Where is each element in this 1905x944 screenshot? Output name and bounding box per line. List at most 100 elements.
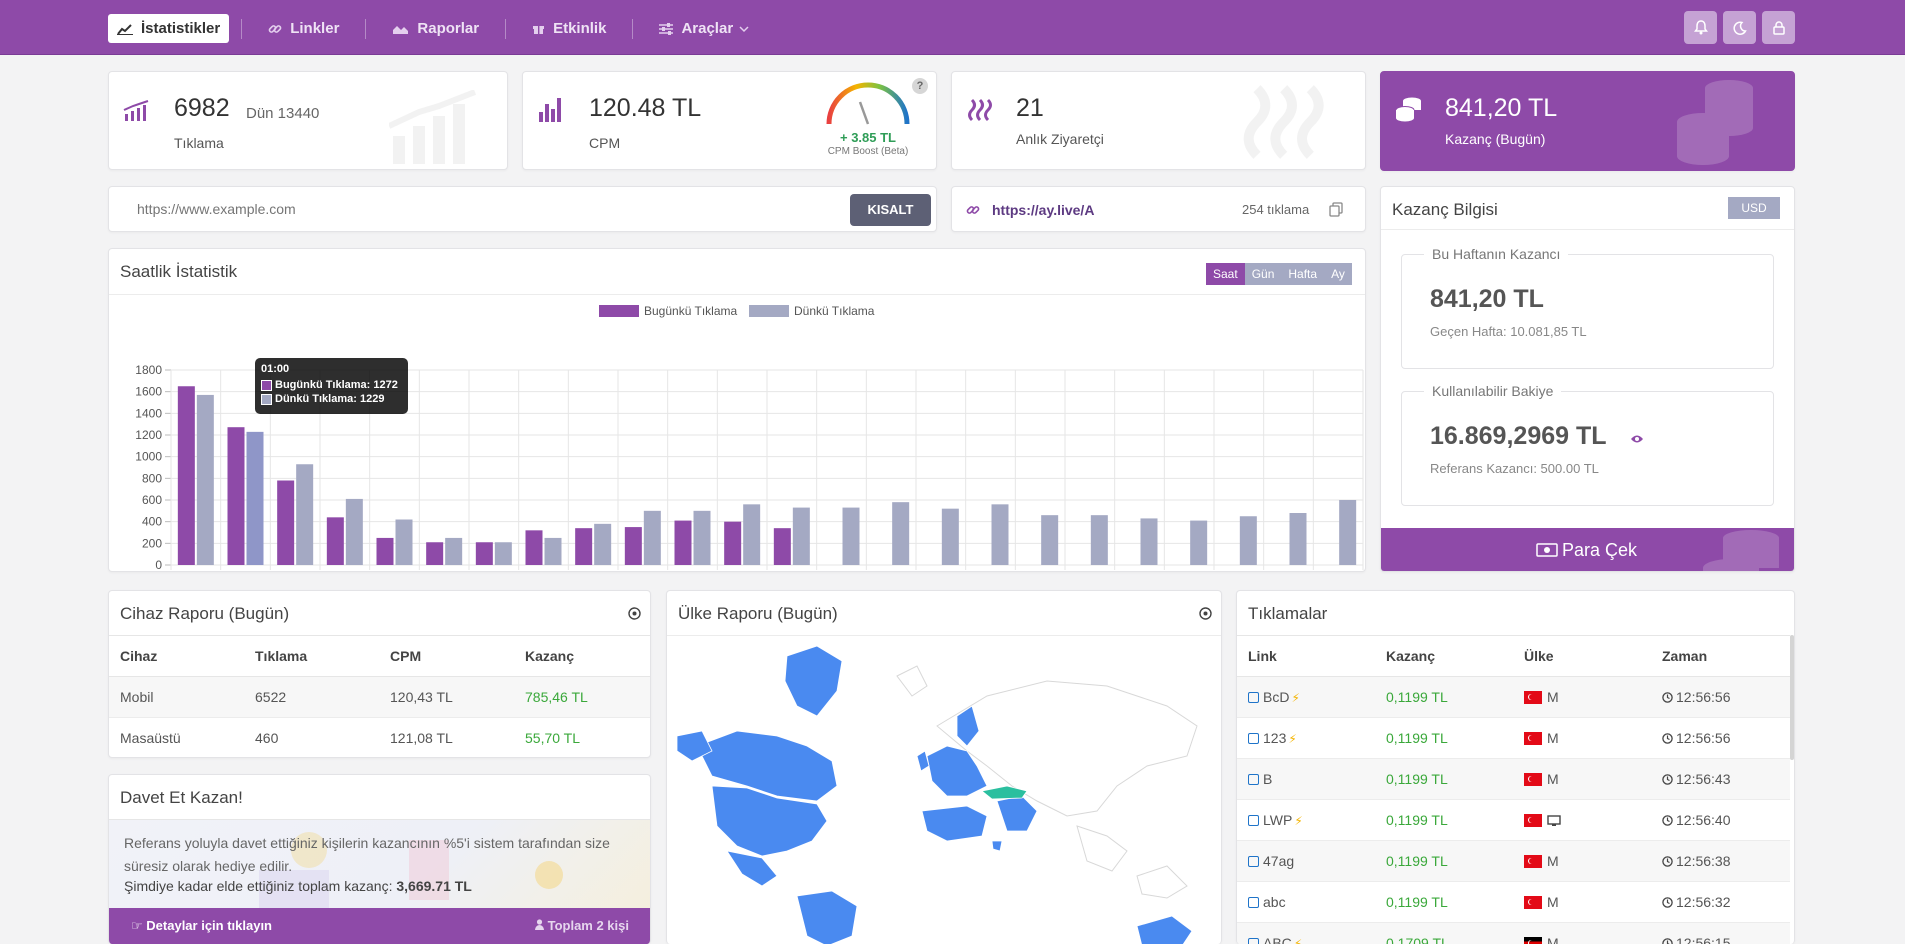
invite-total-row: Şimdiye kadar elde ettiğiniz toplam kaza… — [124, 878, 472, 894]
nav-statistics[interactable]: İstatistikler — [108, 14, 230, 43]
clicks-label: Tıklama — [174, 135, 224, 151]
gift-icon — [533, 25, 545, 34]
chart-bar — [296, 464, 314, 565]
dark-mode-button[interactable] — [1723, 11, 1756, 44]
y-tick-label: 1800 — [135, 363, 162, 377]
clock-icon — [1662, 732, 1673, 744]
y-tick-label: 1000 — [135, 450, 162, 464]
invite-people: Toplam 2 kişi — [534, 918, 629, 933]
nav-reports[interactable]: Raporlar — [378, 14, 493, 43]
clock-icon — [1662, 896, 1673, 908]
link-square-icon — [1248, 733, 1259, 745]
map-uk — [916, 750, 930, 772]
table-row[interactable]: B 0,1199 TL M 12:56:43 — [1237, 758, 1790, 800]
link-icon — [268, 24, 282, 33]
invite-total-value: 3,669.71 TL — [396, 878, 472, 894]
url-input[interactable] — [119, 194, 839, 224]
click-time: 12:56:56 — [1676, 729, 1731, 746]
chart-bar — [624, 527, 642, 565]
cell-link[interactable]: abc — [1237, 881, 1375, 923]
nav-activity[interactable]: Etkinlik — [518, 14, 620, 43]
clicks-table-scrollbar[interactable] — [1790, 635, 1794, 760]
world-map[interactable] — [667, 636, 1222, 944]
invite-card: Davet Et Kazan! Referans yoluyla davet e… — [108, 774, 651, 944]
cell-earnings: 0,1199 TL — [1375, 840, 1513, 882]
chart-bar — [426, 542, 444, 565]
nav-links-label: Linkler — [290, 20, 340, 37]
chart-bar — [1239, 516, 1257, 565]
table-row[interactable]: LWP ⚡ 0,1199 TL 12:56:40 — [1237, 799, 1790, 841]
chart-bar — [345, 498, 363, 565]
withdraw-button[interactable]: Para Çek — [1381, 528, 1794, 571]
cell-earnings: 0,1199 TL — [1375, 717, 1513, 759]
period-tabs: Saat Gün Hafta Ay — [1206, 263, 1352, 285]
visitors-stat-card: 21 Anlık Ziyaretçi — [951, 71, 1366, 170]
table-header-row: Link Kazanç Ülke Zaman — [1237, 636, 1790, 677]
cell-country: M — [1513, 840, 1651, 882]
week-earnings-label: Bu Haftanın Kazancı — [1424, 246, 1569, 262]
y-tick-label: 1600 — [135, 385, 162, 399]
dot-circle-icon[interactable] — [628, 607, 641, 620]
bolt-icon: ⚡ — [1293, 936, 1303, 944]
cell-link[interactable]: BcD ⚡ — [1237, 676, 1375, 718]
clicks-table-title: Tıklamalar — [1248, 604, 1328, 623]
link-square-icon — [1248, 897, 1259, 909]
shorten-button[interactable]: KISALT — [850, 194, 931, 226]
map-mexico — [726, 850, 778, 887]
cell-earnings: 0,1199 TL — [1375, 676, 1513, 718]
invite-people-count: Toplam 2 kişi — [547, 918, 629, 933]
invite-details-label: Detaylar için tıklayın — [146, 918, 273, 933]
cell-clicks: 460 — [255, 729, 279, 746]
invite-details-link[interactable]: ☞ Detaylar için tıklayın — [131, 918, 272, 934]
cell-time: 12:56:43 — [1651, 758, 1790, 800]
chart-bar — [376, 537, 394, 565]
tab-day[interactable]: Gün — [1244, 263, 1282, 285]
last-link-url[interactable]: https://ay.live/A — [992, 202, 1094, 218]
currency-toggle[interactable]: USD — [1728, 197, 1780, 219]
tooltip-today-swatch — [261, 379, 272, 391]
earnings-stat-card: 841,20 TL Kazanç (Bugün) — [1380, 71, 1795, 171]
country-report-card: Ülke Raporu (Bugün) — [666, 590, 1222, 944]
notifications-button[interactable] — [1684, 11, 1717, 44]
table-row[interactable]: ABC ⚡ 0,1709 TL M 12:56:15 — [1237, 922, 1790, 944]
col-earnings: Kazanç — [1375, 636, 1513, 677]
chart-bar — [892, 502, 910, 565]
cell-link[interactable]: 123 ⚡ — [1237, 717, 1375, 759]
nav-tools[interactable]: Araçlar — [645, 14, 763, 43]
cell-link[interactable]: ABC ⚡ — [1237, 922, 1375, 944]
chart-bar — [227, 427, 245, 565]
table-row[interactable]: abc 0,1199 TL M 12:56:32 — [1237, 881, 1790, 923]
table-row[interactable]: 123 ⚡ 0,1199 TL M 12:56:56 — [1237, 717, 1790, 759]
chart-tooltip: 01:00 Bugünkü Tıklama: 1272 Dünkü Tıklam… — [255, 358, 408, 414]
clicks-table: Link Kazanç Ülke Zaman BcD ⚡ 0,1199 TL M 12:… — [1237, 636, 1790, 944]
tab-week[interactable]: Hafta — [1281, 263, 1325, 285]
copy-icon[interactable] — [1329, 202, 1343, 217]
account-button[interactable] — [1762, 11, 1795, 44]
tooltip-today: Bugünkü Tıklama: 1272 — [275, 379, 398, 391]
flag-icon — [1524, 937, 1542, 944]
tab-month[interactable]: Ay — [1324, 263, 1352, 285]
eye-icon[interactable] — [1630, 434, 1644, 444]
col-cpm: CPM — [379, 636, 514, 677]
clock-icon — [1662, 691, 1673, 703]
cell-link[interactable]: LWP ⚡ — [1237, 799, 1375, 841]
cell-link[interactable]: B — [1237, 758, 1375, 800]
cell-earnings: 785,46 TL — [514, 676, 650, 718]
cell-time: 12:56:32 — [1651, 881, 1790, 923]
cell-link[interactable]: 47ag — [1237, 840, 1375, 882]
cpm-help-button[interactable]: ? — [912, 78, 928, 94]
click-time: 12:56:38 — [1676, 852, 1731, 869]
dot-circle-icon[interactable] — [1199, 607, 1212, 620]
visitors-value: 21 — [1016, 94, 1044, 122]
tab-hour[interactable]: Saat — [1206, 263, 1245, 285]
table-row[interactable]: 47ag 0,1199 TL M 12:56:38 — [1237, 840, 1790, 882]
map-australia — [1136, 915, 1193, 944]
table-row[interactable]: BcD ⚡ 0,1199 TL M 12:56:56 — [1237, 676, 1790, 718]
chart-bar — [1339, 500, 1357, 565]
chart-bar — [525, 530, 543, 565]
earnings-info-title: Kazanç Bilgisi — [1392, 200, 1498, 219]
chart-bar — [792, 507, 810, 565]
device-type: M — [1547, 729, 1559, 746]
chart-bar — [575, 528, 593, 565]
nav-links[interactable]: Linkler — [254, 14, 353, 43]
